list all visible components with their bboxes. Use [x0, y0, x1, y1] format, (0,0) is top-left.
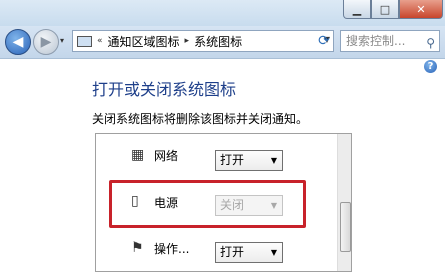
- arrow-right-icon: ▶: [40, 34, 52, 50]
- window-controls: ▁ □ ✕: [343, 0, 443, 19]
- network-select-value: 打开: [220, 153, 245, 167]
- navigation-bar: ◀ ▶ ▾ « 通知区域图标 ▸ 系统图标 ▼ ⟳ 搜索控制... ⚲: [0, 26, 445, 59]
- network-icon: ▦: [131, 147, 145, 163]
- flag-icon: ⚑: [131, 240, 144, 256]
- refresh-button[interactable]: ⟳: [312, 30, 336, 52]
- search-input[interactable]: 搜索控制... ⚲: [340, 30, 440, 52]
- recent-pages-button[interactable]: ▾: [60, 36, 64, 45]
- search-icon: ⚲: [426, 36, 435, 50]
- refresh-icon: ⟳: [318, 33, 330, 49]
- arrow-left-icon: ◀: [12, 34, 24, 50]
- back-button[interactable]: ◀: [5, 29, 31, 55]
- scrollbar[interactable]: [337, 134, 351, 271]
- breadcrumb-separator[interactable]: ▸: [185, 36, 190, 46]
- breadcrumb-item-system-icons[interactable]: 系统图标: [194, 33, 242, 50]
- chevron-down-icon: ▼: [270, 156, 277, 165]
- breadcrumb-item-notification-icons[interactable]: 通知区域图标: [108, 33, 180, 50]
- minimize-button[interactable]: ▁: [343, 0, 371, 19]
- address-bar[interactable]: « 通知区域图标 ▸ 系统图标 ▼: [72, 30, 334, 52]
- forward-button[interactable]: ▶: [33, 29, 59, 55]
- close-button[interactable]: ✕: [399, 0, 443, 19]
- search-placeholder: 搜索控制...: [346, 34, 406, 48]
- action-center-behavior-select[interactable]: 打开 ▼: [215, 242, 283, 263]
- chevron-down-icon: ▼: [270, 248, 277, 257]
- control-panel-icon: [77, 35, 92, 47]
- title-bar: ▁ □ ✕: [0, 0, 445, 26]
- row-label-action-center: 操作...: [154, 242, 190, 256]
- network-behavior-select[interactable]: 打开 ▼: [215, 150, 283, 171]
- close-icon: ✕: [416, 2, 426, 16]
- breadcrumb-prefix[interactable]: «: [97, 36, 103, 46]
- row-label-network: 网络: [154, 149, 179, 163]
- page-title: 打开或关闭系统图标: [92, 80, 237, 99]
- scrollbar-thumb[interactable]: [340, 202, 351, 252]
- minimize-icon: ▁: [352, 2, 362, 16]
- page-description: 关闭系统图标将删除该图标并关闭通知。: [92, 112, 309, 126]
- maximize-button[interactable]: □: [371, 0, 399, 19]
- maximize-icon: □: [379, 2, 391, 16]
- help-icon[interactable]: ?: [424, 60, 437, 73]
- highlight-box: [109, 180, 306, 228]
- action-center-select-value: 打开: [220, 245, 245, 259]
